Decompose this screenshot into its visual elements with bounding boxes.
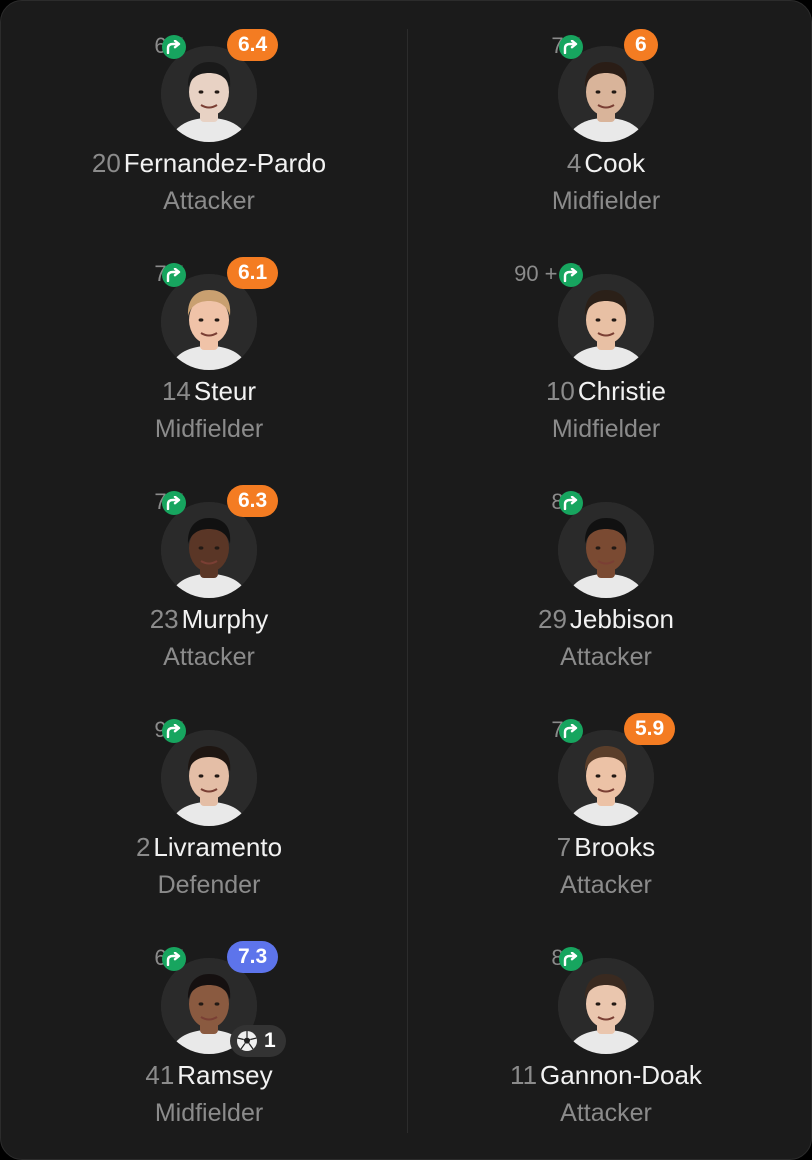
player-name-row: 29 Jebbison [426,603,786,635]
player-avatar [161,730,257,826]
sub-in-arrow-icon [559,719,583,743]
shirt-number: 23 [149,604,179,634]
player-position: Midfielder [154,1099,264,1127]
sub-in-arrow-icon [162,35,186,59]
shirt-number: 10 [545,376,575,406]
player-name: Christie [577,376,667,406]
shirt-number: 41 [145,1060,175,1090]
goals-badge: 1 [230,1025,286,1057]
player-name-row: 20 Fernandez-Pardo [29,147,389,179]
player-name-row: 11 Gannon-Doak [426,1059,786,1091]
player-position: Attacker [163,643,255,671]
sub-in-arrow-icon [162,947,186,971]
player-card[interactable]: 76′ 5.9 7Brooks Attacker [426,713,786,913]
sub-in-arrow-icon [559,35,583,59]
player-position: Midfielder [154,415,264,443]
player-name: Ramsey [177,1060,273,1090]
shirt-number: 11 [510,1060,538,1090]
rating-badge: 7.3 [227,941,279,973]
shirt-number: 14 [161,376,191,406]
player-card[interactable]: 89′ 11Gannon-Doak Attacker [426,941,786,1141]
player-position: Defender [157,871,261,899]
player-card[interactable]: 77′ 6.1 14Steur Midfielder [29,257,389,457]
player-avatar [558,502,654,598]
player-card[interactable]: 63′ 6.4 20Fernandez-Pardo Attacke [29,29,389,229]
player-position: Attacker [560,1099,652,1127]
sub-in-arrow-icon [559,947,583,971]
player-name: Cook [584,148,646,178]
player-name-row: 14 Steur [29,375,389,407]
sub-in-arrow-icon [162,491,186,515]
player-position: Attacker [163,187,255,215]
sub-in-arrow-icon [559,491,583,515]
player-card[interactable]: 90 + 6′ 10 Christie Midfielder [426,257,786,457]
player-name-row: 7 Brooks [426,831,786,863]
player-position: Midfielder [551,187,661,215]
sub-in-arrow-icon [162,263,186,287]
player-name: Gannon-Doak [540,1060,702,1090]
player-name: Brooks [574,832,656,862]
player-card[interactable]: 78′ 6.3 23Murphy Attacker [29,485,389,685]
player-name: Steur [193,376,257,406]
shirt-number: 7 [556,832,572,862]
player-name: Murphy [181,604,269,634]
player-position: Midfielder [551,415,661,443]
player-position: Attacker [560,871,652,899]
shirt-number: 29 [538,604,567,634]
shirt-number: 2 [135,832,151,862]
player-card[interactable]: 63′ 7.3 [29,941,389,1141]
rating-badge: 6.1 [227,257,279,289]
sub-in-arrow-icon [559,263,583,287]
shirt-number: 4 [566,148,582,178]
player-name-row: 10 Christie [426,375,786,407]
column-divider [407,29,408,1133]
sub-in-arrow-icon [162,719,186,743]
rating-badge: 6 [624,29,658,61]
player-name: Jebbison [569,604,674,634]
rating-badge: 5.9 [624,713,676,745]
player-name-row: 4 Cook [426,147,786,179]
substitutes-card: 63′ 6.4 20Fernandez-Pardo Attacke [0,0,812,1160]
goal-count: 1 [264,1029,276,1052]
football-icon [237,1031,257,1051]
player-card[interactable]: 90′ 2Livramento Defender [29,713,389,913]
player-avatar [558,274,654,370]
player-name: Livramento [153,832,283,862]
player-name-row: 2 Livramento [29,831,389,863]
player-card[interactable]: 76′ 6 4Cook Midfielder [426,29,786,229]
player-name-row: 41 Ramsey [29,1059,389,1091]
player-avatar [558,958,654,1054]
rating-badge: 6.4 [227,29,279,61]
player-card[interactable]: 89′ 29Jebbison Attacker [426,485,786,685]
player-position: Attacker [560,643,652,671]
rating-badge: 6.3 [227,485,279,517]
player-name: Fernandez-Pardo [123,148,327,178]
player-name-row: 23 Murphy [29,603,389,635]
shirt-number: 20 [91,148,121,178]
